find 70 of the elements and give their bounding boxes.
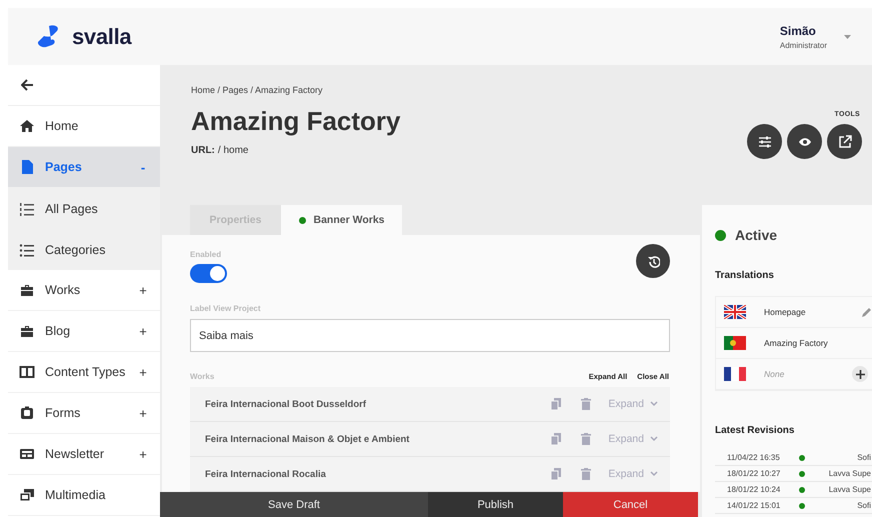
section-title: Translations [715, 270, 775, 281]
newsletter-icon [19, 446, 35, 462]
breadcrumb: Home / Pages / Amazing Factory [191, 85, 324, 95]
trash-icon[interactable] [581, 398, 592, 410]
revision-date: 18/01/22 10:27 [727, 469, 782, 478]
page-title: Amazing Factory [191, 106, 402, 137]
field-label: Label View Project [190, 304, 262, 313]
toggle-switch[interactable] [190, 264, 227, 283]
section-label: Works [190, 372, 216, 381]
work-title: Feira Internacional Rocalia [205, 468, 327, 480]
tab[interactable]: Banner Works [281, 205, 402, 235]
sidebar-item[interactable]: Pages - [8, 147, 160, 188]
document-icon [19, 159, 35, 175]
revision-date: 14/01/22 15:01 [727, 501, 782, 510]
history-icon [646, 254, 660, 268]
field-label: Enabled [190, 250, 222, 259]
user-role: Administrator [780, 40, 827, 50]
sidebar-item[interactable]: Categories [8, 229, 160, 270]
revision-author: Sofi [856, 501, 872, 510]
pencil-icon[interactable] [861, 306, 872, 318]
sliders-icon [758, 134, 772, 148]
revision-author: Sofi [856, 453, 872, 462]
translation-name: Homepage [764, 307, 807, 317]
briefcase-icon [19, 282, 35, 298]
tool-button[interactable] [787, 124, 822, 159]
input-field[interactable]: None [764, 367, 834, 381]
copy-icon[interactable] [551, 468, 562, 480]
columns-icon [19, 364, 35, 380]
list-icon [19, 242, 35, 258]
url-label: URL: [191, 145, 215, 156]
numbered-list-icon [19, 200, 35, 216]
translation-name: Amazing Factory [764, 338, 829, 348]
tool-button[interactable] [827, 124, 862, 159]
external-link-icon [838, 134, 852, 148]
copy-icon[interactable] [551, 398, 562, 410]
work-title: Feira Internacional Maison & Objet e Ambient [205, 434, 410, 444]
back-arrow-icon[interactable] [21, 79, 34, 91]
input-field[interactable]: Saiba mais [190, 319, 670, 352]
history-button[interactable] [636, 244, 670, 278]
flag-icon [724, 367, 746, 381]
flag-icon [724, 336, 746, 350]
caret-icon[interactable] [843, 34, 852, 40]
status-label: Active [735, 227, 778, 243]
briefcase-icon [19, 323, 35, 339]
revision-author: Lavva Supe [828, 485, 872, 494]
trash-icon[interactable] [581, 468, 592, 480]
trash-icon[interactable] [581, 433, 592, 445]
work-title: Feira Internacional Boot Dusseldorf [205, 398, 367, 410]
revision-author: Lavva Supe [828, 469, 872, 478]
save-draft-button[interactable]: Save Draft [160, 492, 428, 517]
sidebar-item[interactable]: All Pages [8, 188, 160, 229]
copy-icon[interactable] [551, 433, 562, 445]
tool-button[interactable] [747, 124, 782, 159]
home-icon [19, 118, 35, 134]
chevron-down-icon[interactable] [650, 436, 658, 442]
add-button[interactable] [852, 366, 868, 382]
revision-date: 18/01/22 10:24 [727, 485, 782, 494]
publish-button[interactable]: Publish [428, 492, 563, 517]
chevron-down-icon[interactable] [650, 401, 658, 407]
revision-date: 11/04/22 16:35 [727, 453, 781, 462]
logo-text: svalla [72, 24, 132, 50]
form-icon [19, 405, 35, 421]
chevron-down-icon[interactable] [650, 471, 658, 477]
url-value: / home [218, 145, 248, 156]
user-name: Simão [780, 24, 817, 38]
plus-icon [856, 370, 864, 378]
flag-icon [724, 305, 746, 319]
cancel-button[interactable]: Cancel [563, 492, 698, 517]
section-title: Latest Revisions [715, 425, 796, 436]
images-icon [19, 487, 35, 503]
